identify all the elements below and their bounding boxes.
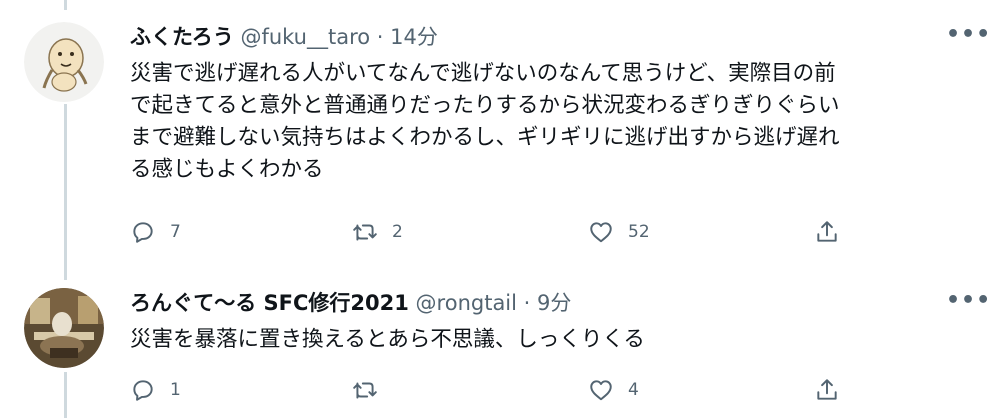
- separator-dot: ·: [376, 25, 384, 49]
- tweet-header: ろんぐて〜る SFC修行2021 @rongtail · 9分: [130, 288, 571, 318]
- retweet-icon: [352, 377, 378, 403]
- like-button[interactable]: 4: [588, 372, 639, 408]
- like-count: 52: [628, 222, 650, 242]
- user-handle[interactable]: @fuku__taro: [240, 25, 370, 49]
- action-bar: 7 2 52: [130, 214, 850, 250]
- reply-icon: [130, 219, 156, 245]
- share-button[interactable]: [814, 372, 840, 408]
- reply-count: 7: [170, 222, 181, 242]
- timestamp[interactable]: 14分: [390, 25, 438, 49]
- avatar-rongtail[interactable]: [24, 288, 104, 368]
- action-bar: 1 4: [130, 372, 850, 408]
- reply-button[interactable]: 1: [130, 372, 181, 408]
- share-button[interactable]: [814, 214, 840, 250]
- retweet-count: 2: [392, 222, 403, 242]
- separator-dot: ·: [523, 291, 531, 315]
- like-count: 4: [628, 380, 639, 400]
- retweet-button[interactable]: [352, 372, 392, 408]
- like-icon: [588, 377, 614, 403]
- thread-line-top: [64, 0, 67, 10]
- tweet-header: ふくたろう @fuku__taro · 14分: [130, 22, 438, 52]
- share-icon: [814, 219, 840, 245]
- reply-icon: [130, 377, 156, 403]
- retweet-button[interactable]: 2: [352, 214, 403, 250]
- thread-line-bottom: [64, 372, 67, 418]
- reply-count: 1: [170, 380, 181, 400]
- avatar-fukutaro[interactable]: [24, 22, 104, 102]
- like-icon: [588, 219, 614, 245]
- like-button[interactable]: 52: [588, 214, 650, 250]
- display-name[interactable]: ろんぐて〜る SFC修行2021: [130, 291, 409, 315]
- tweet-text: 災害で逃げ遅れる人がいてなんで逃げないのなんて思うけど、実際目の前 で起きてると…: [130, 61, 840, 182]
- share-icon: [814, 377, 840, 403]
- tweet-text: 災害を暴落に置き換えるとあら不思議、しっくりくる: [130, 327, 645, 352]
- display-name[interactable]: ふくたろう: [130, 25, 234, 49]
- reply-button[interactable]: 7: [130, 214, 181, 250]
- thread-line-middle: [64, 104, 67, 280]
- user-handle[interactable]: @rongtail: [416, 291, 517, 315]
- more-icon[interactable]: •••: [946, 22, 990, 52]
- timestamp[interactable]: 9分: [537, 291, 571, 315]
- retweet-icon: [352, 219, 378, 245]
- more-icon[interactable]: •••: [946, 288, 990, 318]
